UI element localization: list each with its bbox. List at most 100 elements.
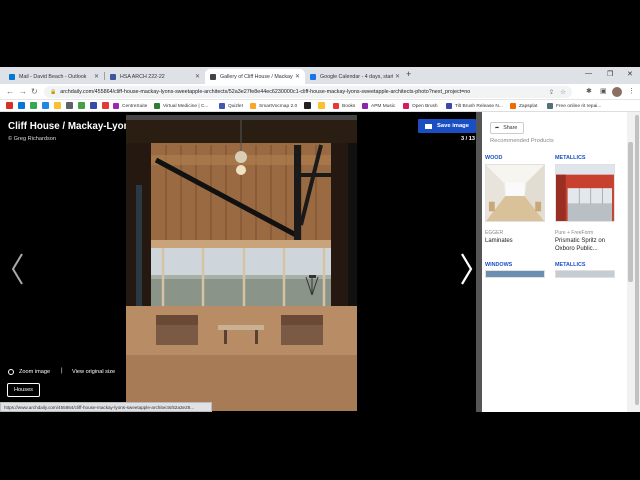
previous-image-icon[interactable] (10, 252, 26, 286)
profile-avatar[interactable] (612, 87, 622, 97)
window-close-icon[interactable]: ✕ (627, 70, 633, 78)
sidebar-scrollbar-thumb[interactable] (628, 142, 633, 282)
books-icon (333, 103, 339, 109)
image-counter: 3 / 13 (461, 136, 475, 142)
link-status-bar: https://www.archdaily.com/455864/cliff-h… (0, 402, 212, 412)
product-card-windows[interactable]: WINDOWS (485, 262, 547, 278)
bookmarks-bar: CentreSuite Virtual Medicine | C... Quiz… (0, 100, 640, 112)
product-image (485, 164, 545, 222)
smartvocmap-icon (250, 103, 256, 109)
bookmark-zapsplat[interactable]: Zapsplat (510, 102, 537, 110)
centresuite-icon (113, 103, 119, 109)
reload-icon[interactable]: ↻ (31, 87, 38, 96)
app-bookmark-icon[interactable] (90, 102, 97, 109)
product-image (485, 270, 545, 278)
next-image-icon[interactable] (458, 252, 474, 286)
product-name: Prismatic Spritz on Oxboro Public... (555, 238, 606, 252)
url-text[interactable]: archdaily.com/455864/cliff-house-mackay-… (60, 89, 542, 95)
extensions-icon[interactable]: ✱ (586, 87, 592, 95)
view-original-size-link[interactable]: View original size (72, 369, 115, 375)
product-category: METALLICS (555, 262, 586, 268)
lock-icon: 🔒 (50, 89, 57, 95)
youtube-icon[interactable] (102, 102, 109, 109)
close-tab-icon[interactable]: ✕ (295, 73, 300, 80)
calendar-icon (310, 73, 316, 80)
rit-repair-icon (547, 103, 553, 109)
tab-google-calendar[interactable]: Google Calendar - 4 days, starting ✕ (305, 69, 405, 84)
recommended-products-heading: Recommended Products (490, 138, 554, 144)
bookmark-books[interactable]: Books (333, 102, 355, 110)
product-card-laminates[interactable]: WOOD EGGER Laminates (485, 155, 547, 246)
minimize-icon[interactable]: — (585, 70, 592, 77)
product-name: Laminates (485, 238, 513, 244)
tab-outlook[interactable]: Mail - David Beach - Outlook ✕ (4, 69, 104, 84)
virtual-medicine-icon (154, 103, 160, 109)
app-bookmark-icon[interactable] (54, 102, 61, 109)
product-card-metallics[interactable]: METALLICS (555, 262, 617, 278)
zoom-image-button[interactable]: Zoom image (8, 369, 50, 375)
course-site-icon (110, 73, 116, 80)
gmail-icon[interactable] (6, 102, 13, 109)
save-image-button[interactable]: Save image (418, 119, 476, 133)
tilt-brush-icon (446, 103, 452, 109)
browser-toolbar: ← → ↻ 🔒 archdaily.com/455864/cliff-house… (0, 84, 640, 100)
app-bookmark-icon[interactable] (42, 102, 49, 109)
folder-icon[interactable] (318, 102, 325, 109)
new-tab-button[interactable]: + (406, 69, 411, 79)
close-tab-icon[interactable]: ✕ (395, 73, 400, 80)
link-separator: | (61, 368, 63, 374)
tab-bar: Mail - David Beach - Outlook ✕ HSA ARCH … (0, 67, 640, 84)
back-icon[interactable]: ← (6, 87, 14, 96)
tab-hsa-arch[interactable]: HSA ARCH 222-22 ✕ (105, 69, 205, 84)
product-category: WINDOWS (485, 262, 513, 268)
bookmark-open-brush[interactable]: Open Brush (403, 102, 438, 110)
quizlet-icon (219, 103, 225, 109)
bookmark-virtual-medicine[interactable]: Virtual Medicine | C... (154, 102, 208, 110)
product-category: WOOD (485, 155, 503, 161)
bookmark-star-icon[interactable]: ☆ (560, 88, 566, 96)
bookmark-smartvocmap[interactable]: SmartVocmap 2.0 (250, 102, 297, 110)
bookmark-tilt-brush[interactable]: Tilt Brush Release N... (446, 102, 503, 110)
open-brush-icon (403, 103, 409, 109)
products-sidebar: ✕ ➦Share Recommended Products WOOD EGGER… (476, 112, 635, 412)
folder-icon (425, 123, 433, 129)
bookmark-quizlet[interactable]: Quizlet (219, 102, 243, 110)
tag-houses-button[interactable]: Houses (7, 383, 40, 397)
share-page-icon[interactable]: ⇪ (549, 88, 554, 96)
product-card-prismatic-spritz[interactable]: METALLICS Pure + FreeForm Prismatic Spri… (555, 155, 617, 254)
gallery-viewer: Cliff House / Mackay-Lyons Sweetapple Ar… (0, 112, 476, 412)
bookmark-rit-repair[interactable]: Free online rit repai... (547, 102, 601, 110)
maximize-icon[interactable]: ❐ (607, 70, 613, 78)
browser-window: Mail - David Beach - Outlook ✕ HSA ARCH … (0, 67, 640, 412)
outlook-icon (9, 73, 15, 80)
app-bookmark-icon[interactable] (78, 102, 85, 109)
close-tab-icon[interactable]: ✕ (195, 73, 200, 80)
apm-music-icon (362, 103, 368, 109)
product-category: METALLICS (555, 155, 586, 161)
bookmark-centresuite[interactable]: CentreSuite (113, 102, 147, 110)
share-button[interactable]: ➦ Share (490, 122, 524, 134)
archdaily-icon (210, 73, 216, 80)
product-brand: EGGER (485, 230, 504, 236)
zapsplat-icon (510, 103, 516, 109)
address-bar[interactable]: 🔒 archdaily.com/455864/cliff-house-macka… (44, 86, 572, 98)
bookmark-apm-music[interactable]: APM Music (362, 102, 395, 110)
product-image (555, 270, 615, 278)
outlook-bookmark-icon[interactable] (18, 102, 25, 109)
app-bookmark-icon[interactable] (304, 102, 311, 109)
gallery-photo[interactable] (126, 115, 357, 411)
app-bookmark-icon[interactable] (30, 102, 37, 109)
product-image (555, 164, 615, 222)
forward-icon[interactable]: → (19, 87, 27, 96)
close-tab-icon[interactable]: ✕ (94, 73, 99, 80)
page-scrollbar-thumb[interactable] (635, 115, 639, 405)
zoom-icon (8, 369, 14, 375)
app-bookmark-icon[interactable] (66, 102, 73, 109)
page-content: Cliff House / Mackay-Lyons Sweetapple Ar… (0, 112, 640, 412)
side-panel-icon[interactable]: ▣ (600, 87, 607, 95)
share-icon: ➦ (495, 125, 500, 131)
tab-archdaily-gallery[interactable]: Gallery of Cliff House / Mackay-Lyons Sw… (205, 69, 305, 84)
browser-menu-icon[interactable]: ⋮ (628, 87, 635, 95)
product-brand: Pure + FreeForm (555, 230, 594, 236)
photo-credit: © Greg Richardson (8, 136, 56, 142)
